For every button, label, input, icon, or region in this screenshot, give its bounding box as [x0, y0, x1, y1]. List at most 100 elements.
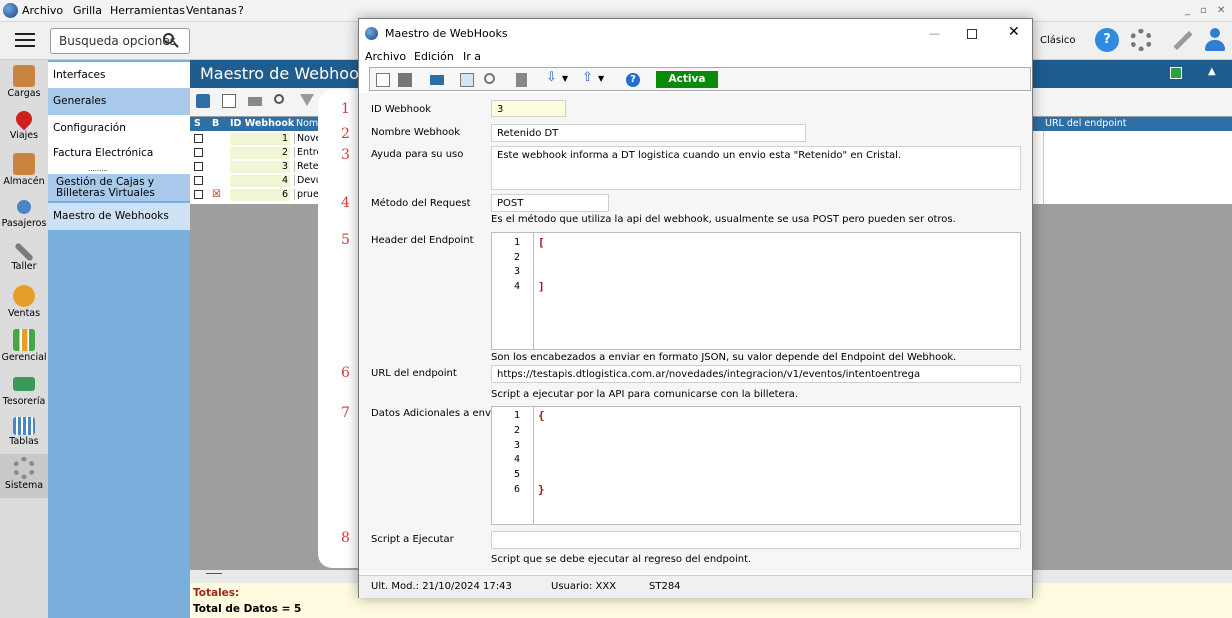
- module-cargas[interactable]: Cargas: [0, 62, 48, 106]
- row-checkbox[interactable]: [194, 176, 203, 185]
- col-b[interactable]: B: [212, 118, 219, 129]
- submenu-gestion-cajas[interactable]: Gestión de Cajas y Billeteras Virtuales: [48, 174, 190, 201]
- minimize-icon[interactable]: _: [1185, 5, 1190, 16]
- id-webhook-field[interactable]: 3: [491, 100, 566, 117]
- dialog-number-gutter: [318, 90, 359, 568]
- save-icon[interactable]: [398, 73, 412, 87]
- label-metodo: Método del Request: [371, 198, 471, 209]
- activa-status-button[interactable]: Activa: [656, 71, 718, 88]
- arrow-up-icon[interactable]: ⇧: [582, 70, 593, 85]
- arrow-up-dropdown-icon[interactable]: ▼: [598, 74, 604, 83]
- delete-icon[interactable]: [516, 73, 527, 87]
- dialog-titlebar: Maestro de WebHooks — ✕: [359, 19, 1032, 47]
- menu-help[interactable]: ?: [238, 4, 244, 17]
- print-icon[interactable]: [248, 97, 262, 106]
- undo-icon[interactable]: [484, 73, 495, 84]
- line-number: 4: [514, 281, 521, 292]
- row-id: 1: [230, 133, 290, 145]
- user-icon[interactable]: [1205, 28, 1225, 52]
- field-number: 3: [341, 147, 350, 163]
- maximize-icon[interactable]: ▫: [1200, 5, 1207, 16]
- ayuda-textarea[interactable]: Este webhook informa a DT logistica cuan…: [491, 146, 1021, 190]
- submenu-interfaces[interactable]: Interfaces: [48, 62, 190, 88]
- deleted-mark-icon: ☒: [212, 189, 221, 200]
- dialog-menu-ir-a[interactable]: Ir a: [463, 50, 481, 63]
- dialog-minimize-icon[interactable]: —: [929, 27, 940, 40]
- settings-gear-icon[interactable]: [1130, 29, 1152, 51]
- submenu-factura-electronica[interactable]: Factura Electrónica: [48, 142, 190, 164]
- row-checkbox[interactable]: [194, 134, 203, 143]
- nombre-webhook-field[interactable]: Retenido DT: [491, 124, 806, 142]
- arrow-down-dropdown-icon[interactable]: ▼: [562, 74, 568, 83]
- dialog-menu-edicion[interactable]: Edición: [414, 50, 454, 63]
- module-taller[interactable]: Taller: [0, 238, 48, 282]
- col-s[interactable]: S: [194, 118, 201, 129]
- row-id: 2: [230, 147, 290, 159]
- help-icon[interactable]: ?: [1095, 28, 1119, 52]
- find-icon[interactable]: [274, 94, 284, 104]
- status-last-modified: Ult. Mod.: 21/10/2024 17:43: [371, 581, 512, 592]
- new-record-icon[interactable]: [376, 73, 390, 87]
- close-icon[interactable]: ✕: [1217, 5, 1225, 16]
- warehouse-icon: [13, 153, 35, 175]
- arrow-down-icon[interactable]: ⇩: [546, 70, 557, 85]
- module-pasajeros[interactable]: Pasajeros: [0, 194, 48, 238]
- new-icon[interactable]: [222, 94, 236, 108]
- dialog-menu-archivo[interactable]: Archivo: [365, 50, 406, 63]
- collapse-icon[interactable]: ▲: [1208, 66, 1216, 77]
- row-checkbox[interactable]: [194, 162, 203, 171]
- menu-ventanas[interactable]: Ventanas: [186, 4, 237, 17]
- menu-grilla[interactable]: Grilla: [73, 4, 102, 17]
- line-number: 6: [514, 484, 521, 495]
- module-ventas[interactable]: Ventas: [0, 282, 48, 326]
- status-code: ST284: [649, 581, 681, 592]
- submenu-maestro-webhooks[interactable]: Maestro de Webhooks: [48, 203, 190, 230]
- line-gutter: [492, 407, 534, 524]
- hamburger-menu-icon[interactable]: [15, 33, 35, 47]
- export-icon[interactable]: [1170, 67, 1182, 79]
- total-datos: Total de Datos = 5: [193, 603, 302, 615]
- module-almacen[interactable]: Almacén: [0, 150, 48, 194]
- url-endpoint-field[interactable]: https://testapis.dtlogistica.com.ar/nove…: [491, 365, 1021, 383]
- tools-icon: [14, 242, 34, 262]
- col-id-webhook[interactable]: ID Webhook: [230, 118, 294, 129]
- dialog-menubar: Archivo Edición Ir a: [359, 47, 1032, 65]
- metodo-field[interactable]: POST: [491, 194, 609, 212]
- row-checkbox[interactable]: [194, 190, 203, 199]
- filter-icon[interactable]: [300, 94, 314, 106]
- search-icon[interactable]: [163, 33, 174, 44]
- edit-icon[interactable]: [196, 94, 210, 108]
- help-icon[interactable]: ?: [626, 73, 640, 87]
- module-sistema[interactable]: Sistema: [0, 454, 48, 498]
- label-datos-adicionales: Datos Adicionales a enviar: [371, 408, 504, 419]
- datos-code-editor[interactable]: 1 2 3 4 5 6 { }: [491, 406, 1021, 525]
- edit-icon[interactable]: [460, 73, 474, 87]
- url-hint: Script a ejecutar por la API para comuni…: [491, 389, 799, 400]
- submenu-configuracion[interactable]: Configuración: [48, 115, 190, 142]
- bg-window-title: Maestro de Webhook: [200, 64, 369, 83]
- mode-label[interactable]: Clásico: [1040, 35, 1076, 46]
- label-script: Script a Ejecutar: [371, 534, 454, 545]
- label-ayuda: Ayuda para su uso: [371, 149, 464, 160]
- col-url[interactable]: URL del endpoint: [1045, 118, 1127, 129]
- module-gerencial[interactable]: Gerencial: [0, 326, 48, 370]
- module-viajes[interactable]: Viajes: [0, 106, 48, 150]
- row-checkbox[interactable]: [194, 148, 203, 157]
- sales-icon: [13, 285, 35, 307]
- submenu-generales[interactable]: Generales: [48, 88, 190, 115]
- module-tesoreria[interactable]: Tesorería: [0, 370, 48, 414]
- row-id: 6: [230, 189, 290, 201]
- header-code-editor[interactable]: 1 2 3 4 [ ]: [491, 232, 1021, 350]
- module-tablas[interactable]: Tablas: [0, 414, 48, 458]
- line-number: 2: [514, 425, 521, 436]
- script-field[interactable]: [491, 531, 1021, 549]
- field-number: 6: [341, 365, 350, 381]
- line-gutter: [492, 233, 534, 349]
- label-id-webhook: ID Webhook: [371, 104, 431, 115]
- dialog-close-icon[interactable]: ✕: [1008, 24, 1020, 40]
- menu-archivo[interactable]: Archivo: [22, 4, 63, 17]
- print-icon[interactable]: [430, 75, 444, 85]
- table-icon: [13, 417, 35, 435]
- menu-herramientas[interactable]: Herramientas: [110, 4, 185, 17]
- dialog-maximize-icon[interactable]: [967, 29, 977, 39]
